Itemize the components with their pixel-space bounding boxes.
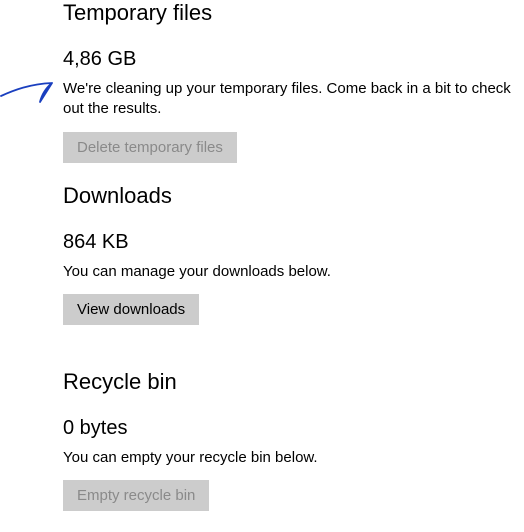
downloads-description: You can manage your downloads below. — [63, 262, 512, 282]
storage-settings-panel: Temporary files 4,86 GB We're cleaning u… — [0, 0, 524, 511]
downloads-size: 864 KB — [63, 231, 512, 254]
temp-files-size: 4,86 GB — [63, 48, 512, 71]
view-downloads-button[interactable]: View downloads — [63, 294, 199, 325]
empty-recycle-bin-button: Empty recycle bin — [63, 480, 209, 511]
recycle-bin-heading: Recycle bin — [63, 369, 512, 395]
recycle-bin-size: 0 bytes — [63, 417, 512, 440]
delete-temp-files-button: Delete temporary files — [63, 132, 237, 163]
temp-files-heading: Temporary files — [63, 0, 512, 26]
recycle-bin-description: You can empty your recycle bin below. — [63, 448, 512, 468]
temp-files-description: We're cleaning up your temporary files. … — [63, 79, 512, 120]
downloads-heading: Downloads — [63, 183, 512, 209]
